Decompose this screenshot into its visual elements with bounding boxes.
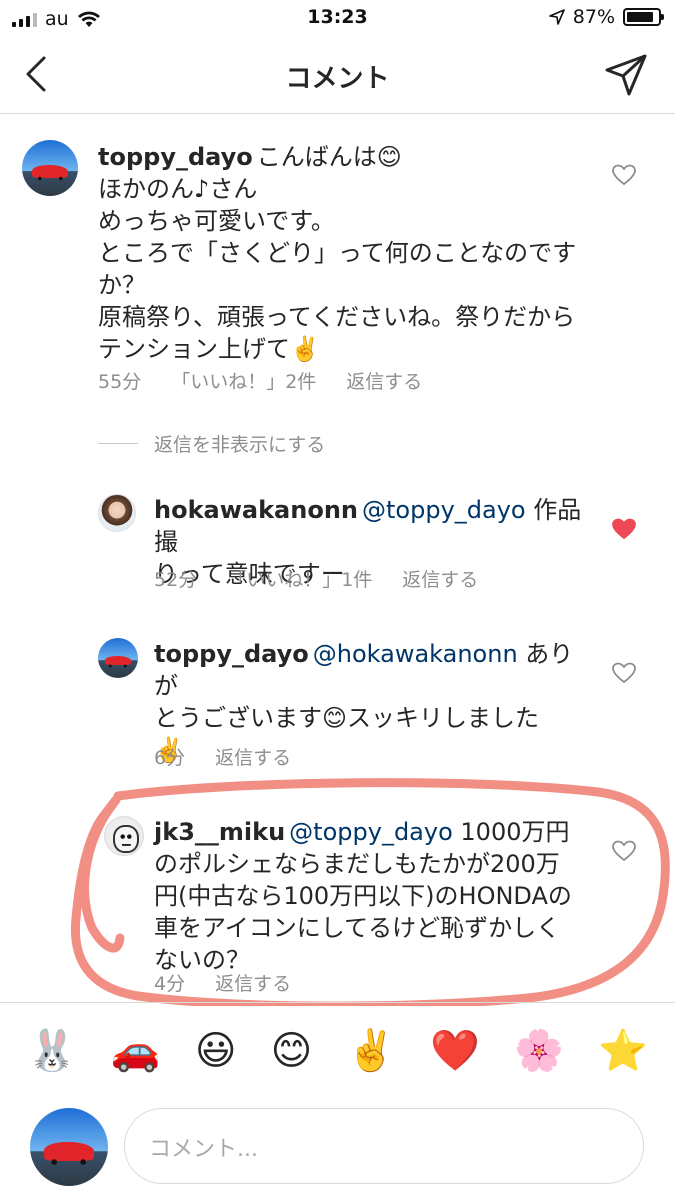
comment-username[interactable]: toppy_dayo (98, 143, 253, 171)
emoji-blossom[interactable]: 🌸 (514, 1031, 564, 1071)
status-bar: au 13:23 87% (0, 0, 675, 38)
my-avatar (30, 1108, 108, 1186)
hide-replies-toggle[interactable]: 返信を非表示にする (98, 430, 325, 457)
likes-count[interactable]: 「いいね！」2件 (171, 367, 316, 394)
avatar[interactable] (98, 638, 138, 678)
comment-username[interactable]: toppy_dayo (154, 640, 309, 668)
comment-input[interactable]: コメント... (124, 1108, 644, 1184)
liked-heart-icon[interactable] (612, 518, 636, 540)
reply-button[interactable]: 返信する (215, 743, 291, 770)
direct-send-icon[interactable] (603, 52, 649, 98)
like-heart-icon[interactable] (612, 164, 636, 186)
emoji-grin[interactable]: 😃 (195, 1031, 237, 1071)
likes-count[interactable]: 「いいね！」1件 (227, 565, 372, 592)
header-bar: コメント (0, 38, 675, 114)
like-heart-icon[interactable] (612, 662, 636, 684)
emoji-star[interactable]: ⭐ (598, 1031, 648, 1071)
reply-button[interactable]: 返信する (346, 367, 422, 394)
reply-button[interactable]: 返信する (402, 565, 478, 592)
comment-meta: 6分 返信する (154, 743, 291, 770)
comment-username[interactable]: hokawakanonn (154, 496, 358, 524)
comment-composer: コメント... (0, 1098, 675, 1200)
divider (98, 443, 138, 444)
comment-time: 55分 (98, 371, 142, 393)
emoji-car[interactable]: 🚗 (111, 1031, 161, 1071)
comment-time: 52分 (154, 569, 198, 591)
emoji-smile[interactable]: 😊 (271, 1031, 313, 1071)
comment-meta: 55分 「いいね！」2件 返信する (98, 367, 422, 394)
comment-meta: 52分 「いいね！」1件 返信する (154, 565, 478, 592)
emoji-quick-bar: 🐰 🚗 😃 😊 ✌️ ❤️ 🌸 ⭐ (0, 1002, 675, 1098)
page-title: コメント (285, 64, 390, 94)
comment-text: toppy_dayo こんばんは😊 ほかのん♪さん めっちゃ可愛いです。 ところで… (98, 143, 577, 363)
emoji-heart[interactable]: ❤️ (430, 1031, 480, 1071)
avatar[interactable] (22, 140, 78, 196)
comment-time: 6分 (154, 747, 186, 769)
battery-percent: 87% (572, 6, 615, 28)
mention-link[interactable]: @hokawakanonn (313, 640, 518, 668)
red-circle-annotation (70, 778, 670, 1006)
emoji-rabbit[interactable]: 🐰 (27, 1031, 77, 1071)
location-arrow-icon (548, 9, 565, 25)
mention-link[interactable]: @toppy_dayo (362, 496, 526, 524)
emoji-victory-hand[interactable]: ✌️ (346, 1031, 396, 1071)
avatar[interactable] (98, 494, 136, 532)
battery-icon (623, 8, 664, 26)
